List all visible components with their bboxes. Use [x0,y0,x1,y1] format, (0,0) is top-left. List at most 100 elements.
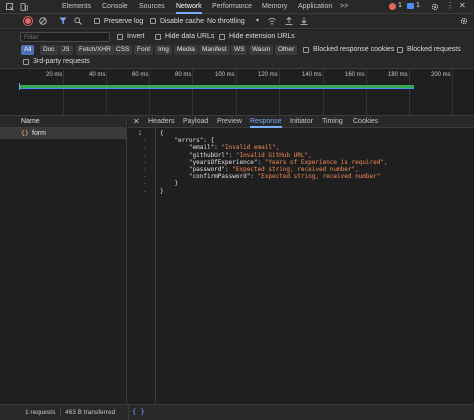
third-party-row: 3rd-party requests [0,57,474,69]
record-icon[interactable] [24,17,32,25]
filter-chip-ws[interactable]: WS [231,45,248,55]
tab-elements[interactable]: Elements [62,0,91,14]
tab-initiator[interactable]: Initiator [290,116,313,128]
filter-chip-css[interactable]: CSS [113,45,133,55]
tab-timing[interactable]: Timing [322,116,343,128]
filter-chip-wasm[interactable]: Wasm [249,45,274,55]
filter-icon[interactable] [59,17,67,25]
filter-chip-all[interactable]: All [21,45,35,55]
throttling-select[interactable]: No throttling [207,18,245,25]
request-list-header: Name [0,116,127,128]
filter-chip-manifest[interactable]: Manifest [199,45,230,55]
network-settings-icon[interactable] [460,17,468,25]
response-line: } [160,180,179,188]
timeline-gridline [63,70,64,116]
request-name: form [32,130,46,137]
filter-bar: Invert Hide data URLs Hide extension URL… [0,30,474,44]
timeline-gridline [366,70,367,116]
request-count: 1 requests [25,409,56,416]
response-line: "confirmPassword": "Expected string, rec… [160,173,380,180]
device-toolbar-icon[interactable] [20,3,28,11]
resource-type-filters: All Doc JS Fetch/XHR CSS Font Img Media … [0,44,474,57]
tab-preview[interactable]: Preview [217,116,242,128]
json-key: "yearsOfExperience": [160,158,265,166]
blocked-requests-checkbox[interactable] [397,47,403,53]
status-divider [128,405,129,420]
timeline-gridline [409,70,410,116]
timeline-tick-label: 160 ms [345,72,365,78]
filter-chip-doc[interactable]: Doc [40,45,58,55]
filter-chip-js[interactable]: JS [59,45,73,55]
timeline-gridline [452,70,453,116]
message-count: 1 [416,2,420,9]
timeline-tick-label: 100 ms [215,72,235,78]
response-body-viewer[interactable]: { "errors": { "email": "Invalid email", … [157,128,474,404]
json-string-value: "Invalid GitHub URL", [235,151,312,159]
timeline-tick-label: 60 ms [132,72,149,78]
filter-chip-other[interactable]: Other [275,45,298,55]
more-options-icon[interactable]: ⋮ [446,1,454,10]
filter-chip-img[interactable]: Img [155,45,172,55]
timeline-gridline [279,70,280,116]
line-number: - [143,137,147,145]
hide-extension-urls-checkbox[interactable] [219,34,225,40]
clear-icon[interactable] [39,17,47,25]
import-har-icon[interactable] [285,17,293,25]
close-devtools-icon[interactable]: ✕ [459,1,466,10]
response-line: "githubUrl": "Invalid GitHub URL", [160,152,312,159]
blocked-response-cookies-checkbox[interactable] [303,47,309,53]
inspect-element-icon[interactable] [6,3,14,11]
name-column-header[interactable]: Name [21,118,40,125]
network-overview-timeline[interactable]: 20 ms 40 ms 60 ms 80 ms 100 ms 120 ms 14… [0,70,474,116]
pretty-print-icon[interactable]: { } [132,408,145,416]
tab-response[interactable]: Response [250,116,282,128]
export-har-icon[interactable] [300,17,308,25]
tab-memory[interactable]: Memory [262,0,287,14]
filter-chip-media[interactable]: Media [174,45,198,55]
settings-gear-icon[interactable] [431,3,439,11]
line-number: - [143,173,147,181]
disable-cache-checkbox[interactable] [150,18,156,24]
search-icon[interactable] [74,17,82,25]
preserve-log-label: Preserve log [104,18,144,25]
tab-headers[interactable]: Headers [148,116,174,128]
hide-data-urls-checkbox[interactable] [155,34,161,40]
third-party-requests-checkbox[interactable] [23,59,29,65]
preserve-log-checkbox[interactable] [94,18,100,24]
line-number: - [143,166,147,173]
tab-console[interactable]: Console [102,0,128,14]
close-detail-icon[interactable]: ✕ [133,117,140,126]
json-key: "githubUrl": [160,151,236,159]
tab-cookies[interactable]: Cookies [353,116,378,128]
filter-input[interactable] [20,32,110,42]
tab-sources[interactable]: Sources [139,0,165,14]
invert-checkbox[interactable] [117,34,123,40]
network-toolbar: Preserve log Disable cache No throttling… [0,14,474,29]
error-count: 1 [398,2,402,9]
tab-payload[interactable]: Payload [183,116,208,128]
response-line: { [160,130,164,137]
response-line: "email": "Invalid email", [160,144,279,151]
network-conditions-icon[interactable] [268,17,276,25]
more-tabs-button[interactable]: >> [340,0,348,14]
line-number: - [143,180,147,188]
tab-application[interactable]: Application [298,0,332,14]
error-icon[interactable] [389,3,396,10]
line-number: - [143,144,147,152]
json-key: "password": [160,166,233,173]
filter-chip-font[interactable]: Font [134,45,154,55]
invert-label: Invert [127,33,145,40]
request-row[interactable]: {} form [0,128,126,139]
filter-chip-fetch-xhr[interactable]: Fetch/XHR [76,45,114,55]
json-string-value: "Expected string, received number", [232,166,359,173]
tab-network[interactable]: Network [176,0,202,14]
tab-performance[interactable]: Performance [212,0,252,14]
timeline-gridline [323,70,324,116]
response-line: "errors": { [160,137,215,145]
fetch-request-icon: {} [21,129,29,137]
blocked-requests-label: Blocked requests [407,46,461,53]
timeline-gridline [236,70,237,116]
message-icon[interactable] [407,3,414,9]
chevron-down-icon[interactable]: ▾ [256,17,259,24]
line-number-gutter: 1-------- [128,128,156,404]
